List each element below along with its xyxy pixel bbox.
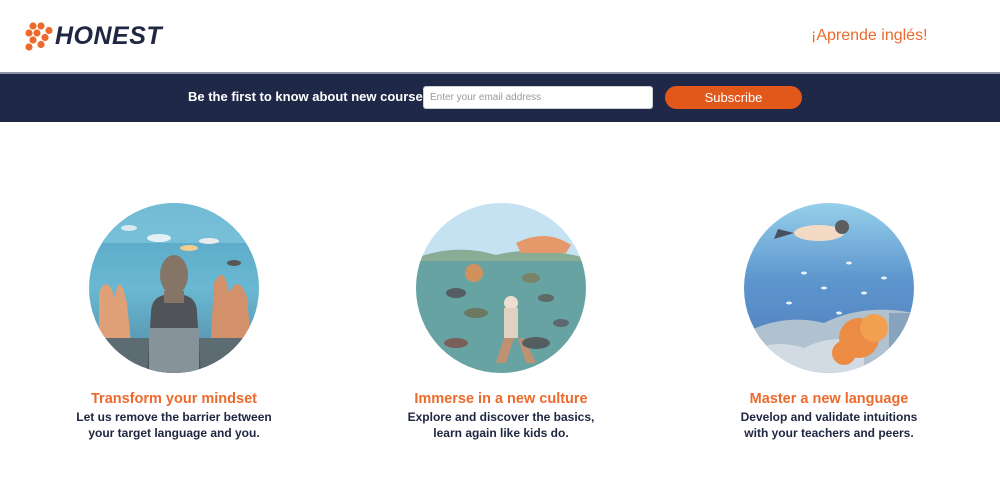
feature-description-line: Develop and validate intuitions [740,410,918,424]
site-header: HONEST ¡Aprende inglés! [0,0,1000,72]
feature-description-line: Explore and discover the basics, [407,410,595,424]
learn-english-link[interactable]: ¡Aprende inglés! [811,26,928,46]
feature-description-line: your target language and you. [88,426,260,440]
coral-reef-photo [744,203,914,373]
feature-card-mindset: Transform your mindset Let us remove the… [44,203,304,441]
feature-description-line: with your teachers and peers. [744,426,914,440]
feature-title: Master a new language [749,391,909,407]
subscribe-button[interactable]: Subscribe [665,86,802,109]
feature-title: Transform your mindset [91,391,257,407]
feature-title: Immerse in a new culture [414,391,588,407]
feature-card-language: Master a new language Develop and valida… [699,203,959,441]
feature-description: Explore and discover the basics, learn a… [371,409,631,441]
logo-link[interactable]: HONEST [24,21,162,51]
feature-description: Let us remove the barrier between your t… [44,409,304,441]
feature-card-culture: Immerse in a new culture Explore and dis… [371,203,631,441]
logo-text: HONEST [55,22,163,50]
feature-description-line: learn again like kids do. [433,426,569,440]
newsletter-bar: Be the first to know about new courses: … [0,72,1000,122]
feature-description-line: Let us remove the barrier between [76,410,272,424]
snorkeling-photo [416,203,586,373]
feature-description: Develop and validate intuitions with you… [699,409,959,441]
aquarium-photo [89,203,259,373]
newsletter-prompt: Be the first to know about new courses: [188,89,435,104]
honeycomb-logo-icon [25,22,53,51]
email-input[interactable] [423,86,653,109]
